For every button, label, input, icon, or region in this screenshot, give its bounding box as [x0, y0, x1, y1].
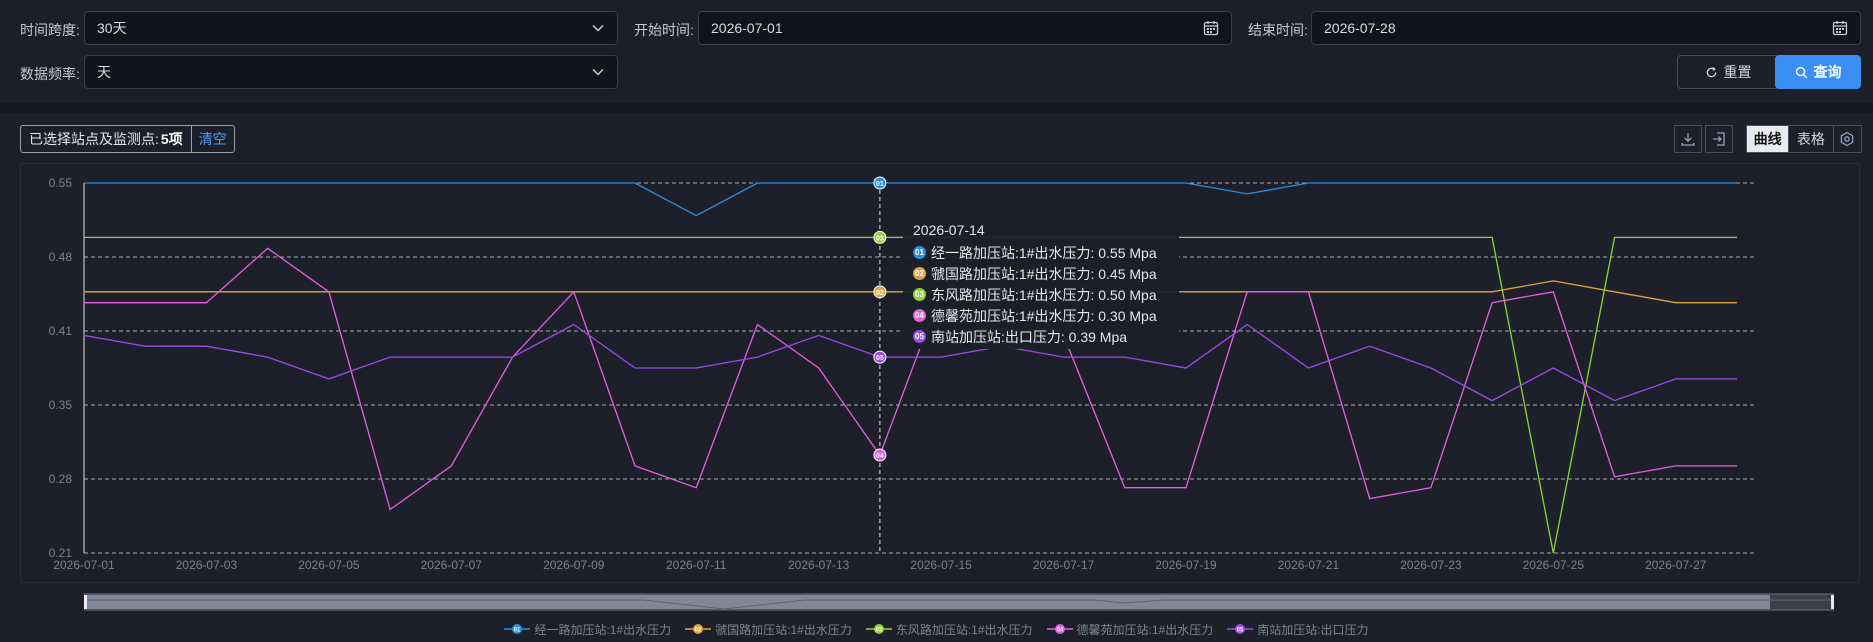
- clear-label: 清空: [198, 131, 227, 147]
- span-value: 30天: [97, 20, 127, 36]
- export-icon: [1713, 132, 1725, 146]
- start-date-value: 2026-07-01: [711, 20, 783, 36]
- legend-item-01[interactable]: 01 经一路加压站:1#出水压力: [504, 621, 671, 637]
- reset-label: 重置: [1723, 64, 1752, 80]
- legend-marker-icon: 04: [1046, 624, 1073, 634]
- tooltip-row-text: 虢国路加压站:1#出水压力: 0.45 Mpa: [931, 265, 1157, 282]
- legend-marker-icon: 01: [504, 624, 531, 634]
- span-select[interactable]: 30天: [84, 11, 618, 45]
- legend-item-04[interactable]: 04 德馨苑加压站:1#出水压力: [1046, 621, 1214, 637]
- refresh-icon: [1706, 66, 1716, 77]
- tooltip-row-text: 德馨苑加压站:1#出水压力: 0.30 Mpa: [931, 307, 1157, 324]
- start-label: 开始时间:: [634, 22, 694, 38]
- legend-item-03[interactable]: 03 东风路加压站:1#出水压力: [865, 621, 1033, 637]
- export-button[interactable]: [1705, 125, 1733, 153]
- freq-label: 数据频率:: [20, 66, 80, 82]
- span-label: 时间跨度:: [20, 22, 80, 38]
- tooltip-row: 02 虢国路加压站:1#出水压力: 0.45 Mpa: [913, 263, 1169, 284]
- legend-label: 德馨苑加压站:1#出水压力: [1076, 622, 1214, 637]
- legend-item-02[interactable]: 02 虢国路加压站:1#出水压力: [685, 621, 852, 637]
- series-badge-icon: 05: [913, 330, 926, 343]
- legend-marker-icon: 03: [865, 624, 892, 634]
- settings-icon: [1841, 131, 1854, 147]
- svg-text:05: 05: [1237, 627, 1244, 633]
- freq-value: 天: [97, 64, 111, 80]
- calendar-icon[interactable]: [1203, 12, 1219, 44]
- svg-text:03: 03: [875, 627, 882, 633]
- legend-label: 东风路加压站:1#出水压力: [895, 622, 1033, 637]
- zoom-slider[interactable]: [84, 593, 1834, 611]
- view-toggle: 曲线 表格: [1746, 125, 1862, 153]
- chevron-down-icon: [591, 56, 605, 88]
- tooltip-row: 04 德馨苑加压站:1#出水压力: 0.30 Mpa: [913, 305, 1169, 326]
- tooltip-date: 2026-07-14: [913, 222, 985, 238]
- legend-item-05[interactable]: 05 南站加压站:出口压力: [1227, 621, 1369, 637]
- tooltip-row: 05 南站加压站:出口压力: 0.39 Mpa: [913, 326, 1169, 347]
- selection-summary: 已选择站点及监测点: 5项 清空: [20, 125, 235, 153]
- tooltip-row-text: 经一路加压站:1#出水压力: 0.55 Mpa: [931, 244, 1157, 261]
- query-button[interactable]: 查询: [1775, 55, 1861, 89]
- svg-text:02: 02: [695, 627, 702, 633]
- series-badge-icon: 03: [913, 288, 926, 301]
- tab-curve[interactable]: 曲线: [1747, 126, 1789, 152]
- series-badge-icon: 04: [913, 309, 926, 322]
- legend-marker-icon: 02: [685, 624, 712, 634]
- tooltip-row-text: 东风路加压站:1#出水压力: 0.50 Mpa: [931, 286, 1157, 303]
- zoom-handle-right[interactable]: [1831, 595, 1834, 609]
- settings-button[interactable]: [1832, 126, 1862, 152]
- svg-text:01: 01: [514, 627, 521, 633]
- end-date-input[interactable]: 2026-07-28: [1311, 11, 1861, 45]
- end-date-value: 2026-07-28: [1324, 20, 1396, 36]
- legend-marker-icon: 05: [1227, 624, 1254, 634]
- download-icon: [1681, 133, 1695, 146]
- reset-button[interactable]: 重置: [1677, 55, 1779, 89]
- tab-table[interactable]: 表格: [1788, 126, 1832, 152]
- legend-label: 南站加压站:出口压力: [1257, 622, 1369, 637]
- legend-label: 经一路加压站:1#出水压力: [534, 622, 672, 637]
- clear-selection-button[interactable]: 清空: [190, 126, 234, 152]
- series-badge-icon: 01: [913, 246, 926, 259]
- start-date-input[interactable]: 2026-07-01: [698, 11, 1232, 45]
- freq-select[interactable]: 天: [84, 55, 618, 89]
- tooltip-row: 01 经一路加压站:1#出水压力: 0.55 Mpa: [913, 242, 1169, 263]
- calendar-icon[interactable]: [1832, 12, 1848, 44]
- tooltip-row: 03 东风路加压站:1#出水压力: 0.50 Mpa: [913, 284, 1169, 305]
- series-badge-icon: 02: [913, 267, 926, 280]
- zoom-handle-left[interactable]: [84, 595, 87, 609]
- end-label: 结束时间:: [1248, 22, 1308, 38]
- chart-tooltip: 2026-07-14 01 经一路加压站:1#出水压力: 0.55 Mpa 02 虢国…: [903, 212, 1179, 349]
- chevron-down-icon: [591, 12, 605, 44]
- search-icon: [1795, 66, 1807, 78]
- download-button[interactable]: [1674, 125, 1702, 153]
- tooltip-row-text: 南站加压站:出口压力: 0.39 Mpa: [931, 328, 1128, 345]
- selection-prefix: 已选择站点及监测点:: [29, 131, 159, 147]
- zoom-window[interactable]: [86, 595, 1770, 609]
- svg-text:04: 04: [1056, 627, 1063, 633]
- chart-legend: 01 经一路加压站:1#出水压力 02 虢国路加压站:1#出水压力 03 东风路加压站:1…: [0, 621, 1873, 637]
- legend-label: 虢国路加压站:1#出水压力: [715, 622, 852, 637]
- query-label: 查询: [1813, 64, 1842, 80]
- selection-count: 5项: [160, 131, 183, 147]
